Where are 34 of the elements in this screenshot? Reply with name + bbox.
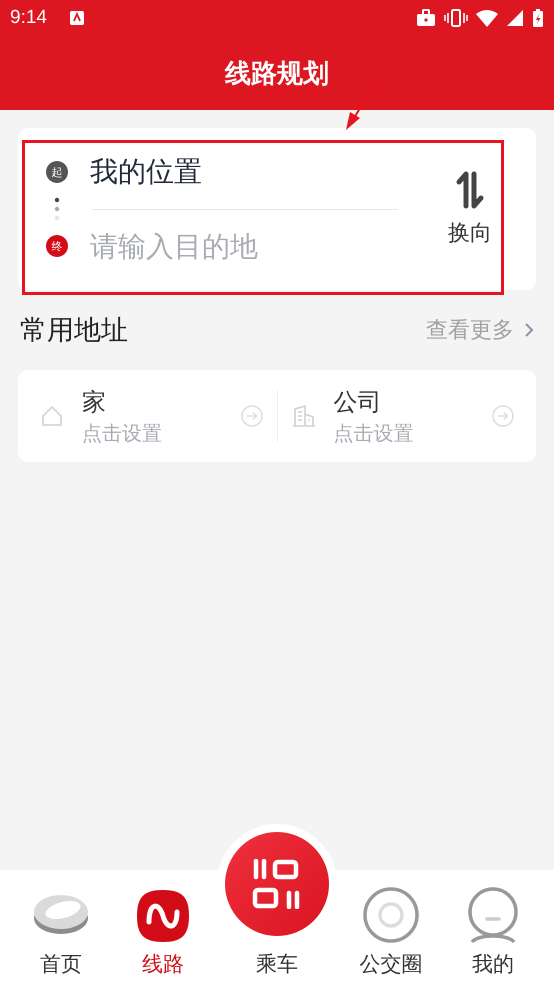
address-name: 家 — [82, 386, 107, 418]
nav-tab[interactable]: 线路 — [113, 888, 213, 978]
swap-button[interactable]: 换向 — [448, 170, 492, 248]
status-time: 9:14 — [10, 7, 47, 29]
nav-tab[interactable]: 乘车 — [215, 824, 339, 978]
address-hint: 点击设置 — [82, 420, 163, 446]
address-item[interactable]: 公司 点击设置 — [292, 386, 514, 446]
house-icon — [40, 404, 64, 428]
nav-tab[interactable]: 公交圈 — [341, 886, 441, 978]
briefcase-icon — [416, 9, 436, 27]
address-hint: 点击设置 — [334, 420, 414, 446]
wave-icon — [135, 888, 191, 944]
destination-field[interactable]: 请输入目的地 — [90, 230, 410, 262]
ring-icon — [362, 886, 420, 944]
chevron-icon — [524, 322, 534, 338]
building-icon — [292, 404, 316, 428]
start-marker: 起 — [46, 161, 68, 183]
arrow-circle-icon — [240, 405, 262, 427]
qr-code-icon — [252, 859, 302, 909]
address-name: 公司 — [334, 386, 382, 418]
signal-icon — [506, 9, 524, 27]
wifi-icon — [476, 9, 498, 27]
arrow-circle-icon — [492, 405, 514, 427]
nav-tab[interactable]: 我的 — [443, 886, 543, 978]
address-item[interactable]: 家 点击设置 — [40, 386, 262, 446]
battery-icon — [532, 8, 544, 28]
start-field[interactable]: 我的位置 — [90, 153, 202, 191]
vibrate-icon — [444, 9, 468, 27]
dots-icon — [54, 197, 60, 221]
app-notification-icon — [68, 10, 85, 26]
end-marker: 终 — [46, 235, 68, 257]
nav-tab[interactable]: 首页 — [11, 884, 111, 978]
section-title: 常用地址 — [20, 314, 128, 348]
page-title: 线路规划 — [225, 58, 329, 90]
